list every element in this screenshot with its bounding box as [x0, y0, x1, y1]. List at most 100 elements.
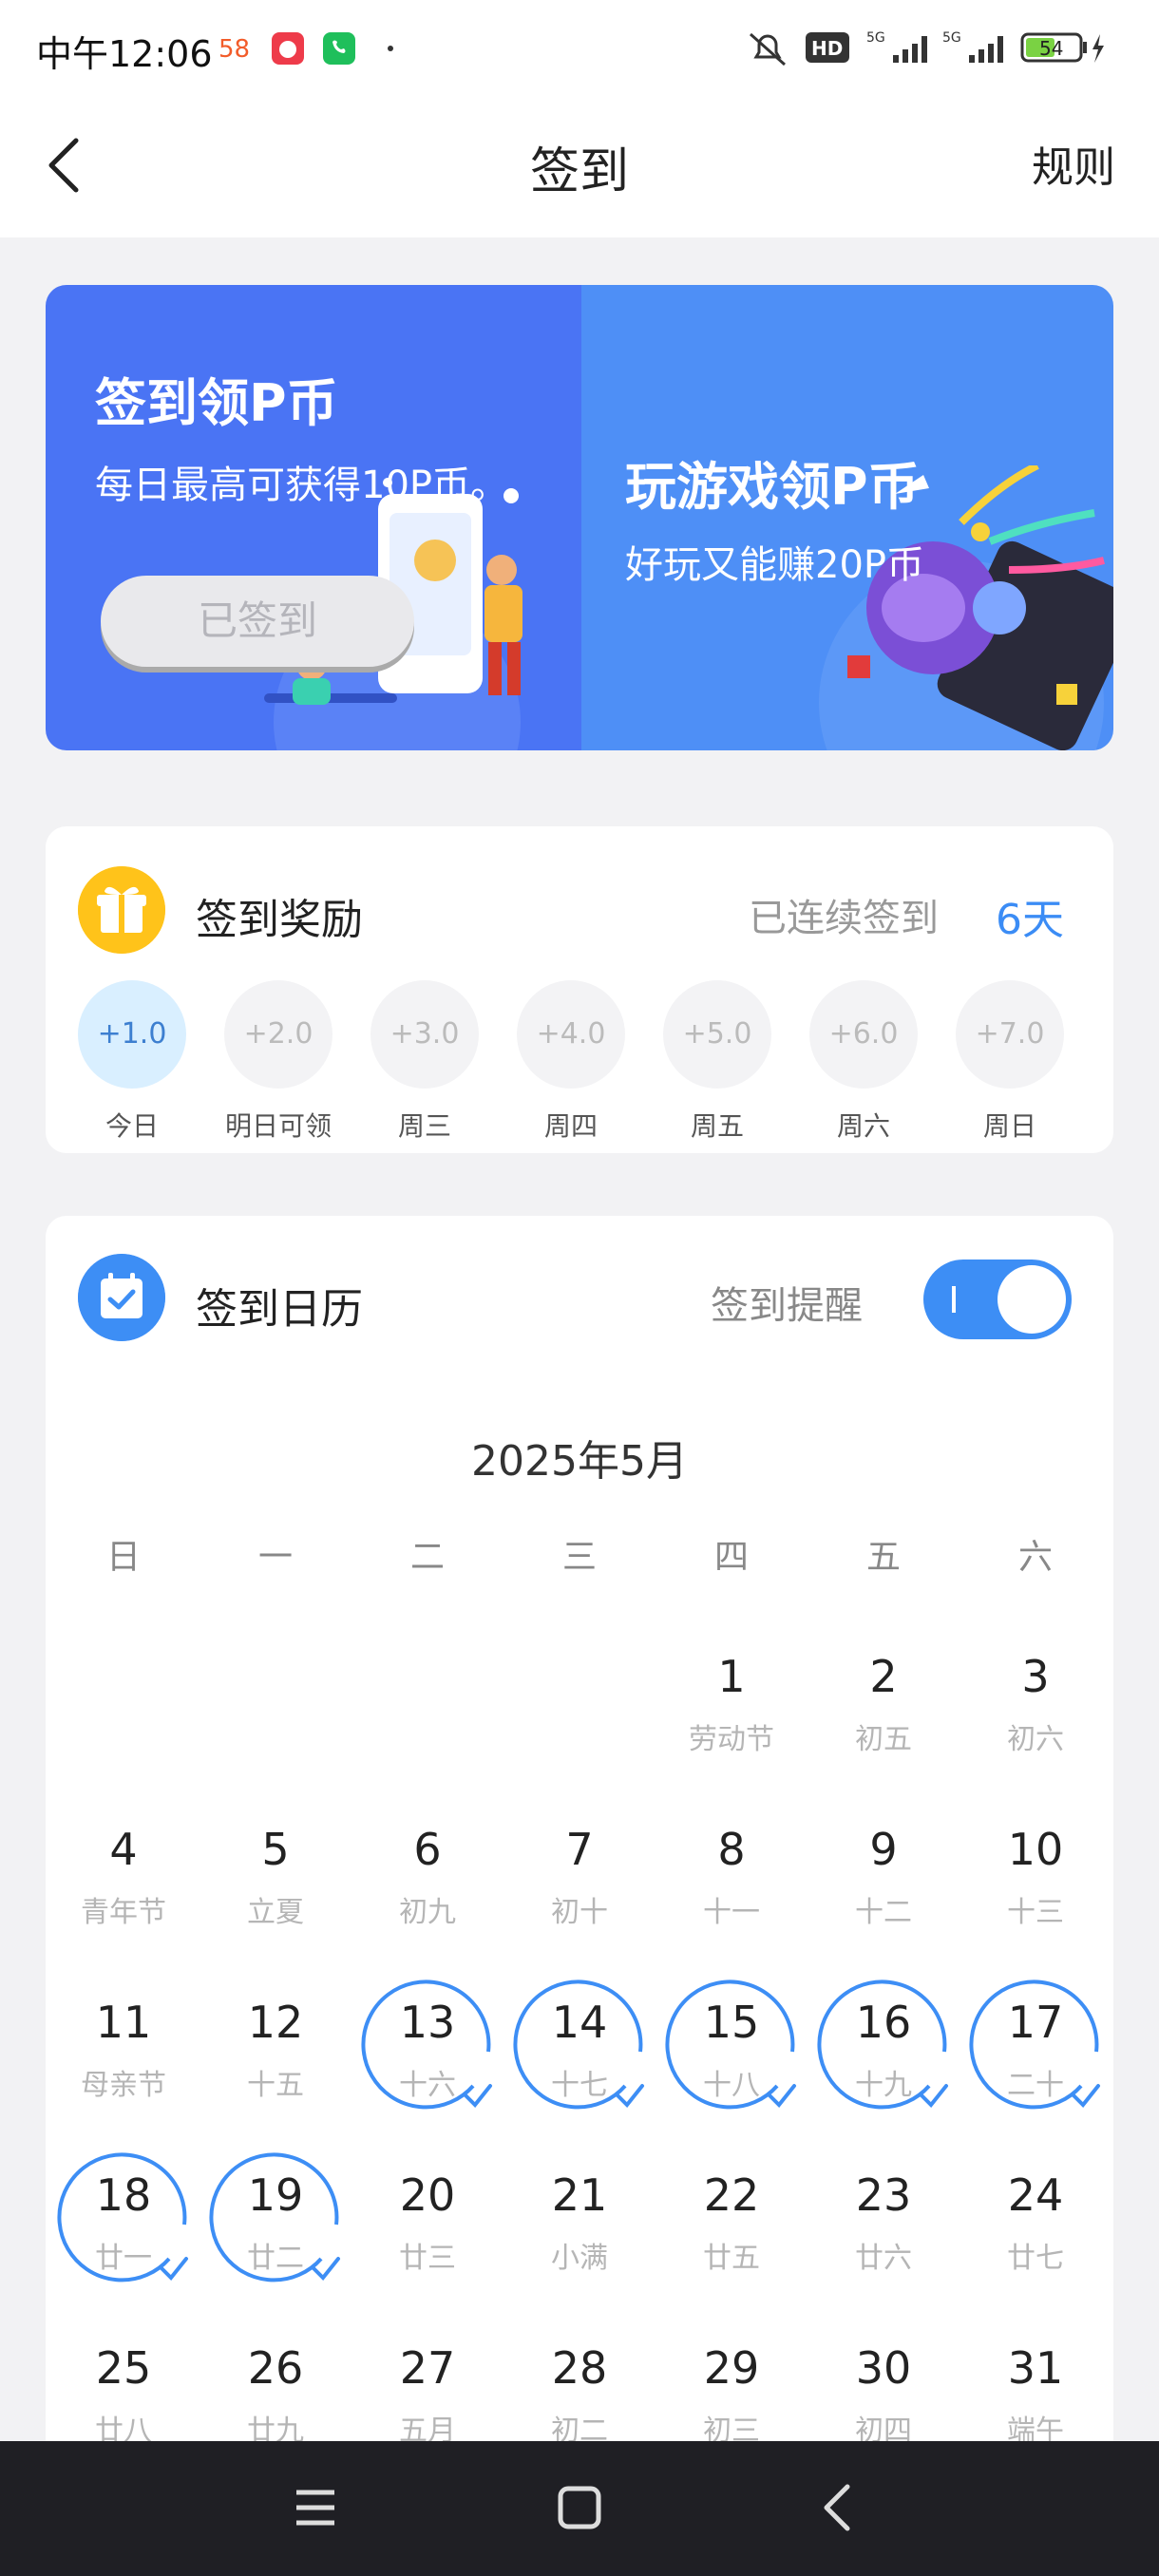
calendar-day-lunar: 廿三 [399, 2242, 456, 2275]
status-time: 中午12:06 [36, 33, 213, 75]
svg-text:58: 58 [218, 35, 250, 64]
calendar-day[interactable]: 18 廿一 [48, 2152, 200, 2325]
calendar-day[interactable]: 13 十六 [352, 1979, 504, 2152]
calendar-day-lunar: 青年节 [81, 1896, 166, 1929]
calendar-day-lunar: 立夏 [247, 1896, 304, 1929]
svg-text:5G: 5G [942, 30, 961, 46]
calendar-day-number: 27 [399, 2342, 456, 2394]
calendar-day-number: 31 [1007, 2342, 1064, 2394]
home-icon[interactable] [555, 2483, 604, 2532]
calendar-day-number: 24 [1007, 2169, 1064, 2221]
calendar-icon [78, 1254, 165, 1341]
page-title: 签到 [529, 143, 629, 200]
weekday-label: 二 [409, 1538, 445, 1577]
weekday-label: 五 [865, 1538, 901, 1577]
remind-toggle[interactable] [923, 1260, 1072, 1339]
calendar-day-lunar: 初十 [551, 1896, 608, 1929]
system-nav-bar [0, 2441, 1159, 2576]
calendar-day-number: 6 [413, 1824, 442, 1875]
calendar-day-lunar: 十九 [855, 2069, 912, 2102]
rules-link[interactable]: 规则 [1032, 133, 1115, 194]
back-nav-icon[interactable] [819, 2481, 857, 2534]
calendar-day[interactable]: 10 十三 [960, 1807, 1112, 1979]
calendar-day[interactable]: 14 十七 [504, 1979, 656, 2152]
calendar-day[interactable]: 16 十九 [808, 1979, 960, 2152]
game-banner[interactable]: 玩游戏领P币 好玩又能赚20P币 [581, 285, 1113, 750]
calendar-day-lunar: 小满 [551, 2242, 608, 2275]
calendar-day-number: 19 [247, 2169, 304, 2221]
calendar-day-lunar: 十五 [247, 2069, 304, 2102]
calendar-day[interactable]: 4 青年节 [48, 1807, 200, 1979]
calendar-day-number: 4 [109, 1824, 138, 1875]
calendar-day[interactable]: 5 立夏 [200, 1807, 352, 1979]
calendar-day[interactable]: 11 母亲节 [48, 1979, 200, 2152]
banner-right-title: 玩游戏领P币 [625, 457, 920, 517]
calendar-day-number: 13 [399, 1997, 456, 2048]
calendar-day-lunar: 十六 [399, 2069, 456, 2102]
banner-left-title: 签到领P币 [95, 373, 338, 433]
calendar-day[interactable]: 8 十一 [656, 1807, 808, 1979]
calendar-day[interactable]: 15 十八 [656, 1979, 808, 2152]
menu-icon[interactable] [293, 2481, 338, 2534]
calendar-day-lunar: 劳动节 [689, 1723, 774, 1756]
calendar-day-number: 22 [703, 2169, 760, 2221]
calendar-day-number: 15 [703, 1997, 760, 2048]
signal-5g-icon-2: 5G [942, 30, 1003, 63]
calendar-day[interactable]: 17 二十 [960, 1979, 1112, 2152]
signed-button[interactable]: 已签到 [101, 576, 414, 667]
reward-day-amount: +7.0 [956, 980, 1064, 1089]
calendar-day[interactable]: 21 小满 [504, 2152, 656, 2325]
remind-label: 签到提醒 [711, 1284, 863, 1328]
calendar-day[interactable]: 1 劳动节 [656, 1634, 808, 1807]
weekday-label: 日 [105, 1538, 141, 1577]
calendar-day-number: 2 [869, 1651, 898, 1702]
calendar-day-lunar: 廿五 [703, 2242, 760, 2275]
calendar-day-lunar: 初六 [1007, 1723, 1064, 1756]
header: 签到 规则 [0, 95, 1159, 237]
hd-icon: HD [806, 32, 849, 63]
calendar-day-lunar: 廿二 [247, 2242, 304, 2275]
app-58-icon: 58 [218, 35, 250, 64]
banner-left-subtitle: 每日最高可获得10P币。 [95, 464, 509, 507]
checkin-banner[interactable]: 签到领P币 每日最高可获得10P币。 已签到 [46, 285, 581, 750]
calendar-day-lunar: 十八 [703, 2069, 760, 2102]
calendar-day-lunar: 二十 [1007, 2069, 1064, 2102]
mute-bell-icon [750, 32, 786, 66]
reward-day-label: 周四 [543, 1110, 598, 1142]
calendar-day[interactable]: 20 廿三 [352, 2152, 504, 2325]
weekday-label: 一 [257, 1538, 293, 1577]
calendar-day-number: 20 [399, 2169, 456, 2221]
calendar-day-lunar: 初五 [855, 1723, 912, 1756]
calendar-day[interactable]: 12 十五 [200, 1979, 352, 2152]
reward-day-amount: +6.0 [809, 980, 918, 1089]
reward-day-label: 周三 [397, 1110, 451, 1142]
calendar-day[interactable]: 22 廿五 [656, 2152, 808, 2325]
calendar-day-lunar: 十七 [551, 2069, 608, 2102]
reward-day-amount: +4.0 [517, 980, 625, 1089]
calendar-day-lunar: 廿七 [1007, 2242, 1064, 2275]
calendar-day-number: 7 [565, 1824, 594, 1875]
calendar-day-number: 12 [247, 1997, 304, 2048]
streak-days: 6天 [996, 896, 1064, 944]
calendar-day[interactable]: 19 廿二 [200, 2152, 352, 2325]
calendar-day[interactable]: 7 初十 [504, 1807, 656, 1979]
calendar-day-number: 5 [261, 1824, 290, 1875]
calendar-day[interactable]: 9 十二 [808, 1807, 960, 1979]
calendar-day-number: 8 [717, 1824, 746, 1875]
calendar-day[interactable]: 6 初九 [352, 1807, 504, 1979]
reward-day-label: 周日 [982, 1110, 1036, 1142]
status-bar: 中午12:06 58 HD 5G 5G 54 [0, 0, 1159, 95]
calendar-day[interactable]: 24 廿七 [960, 2152, 1112, 2325]
calendar-day[interactable]: 2 初五 [808, 1634, 960, 1807]
banner: 签到领P币 每日最高可获得10P币。 已签到 玩游戏领P币 好玩又能赚20P币 [46, 285, 1113, 750]
weekday-label: 三 [561, 1538, 597, 1577]
calendar-day-number: 1 [717, 1651, 746, 1702]
calendar-day-number: 17 [1007, 1997, 1064, 2048]
battery-icon: 54 [1020, 32, 1104, 63]
calendar-day-number: 29 [703, 2342, 760, 2394]
calendar-day[interactable]: 3 初六 [960, 1634, 1112, 1807]
app-icon [272, 32, 304, 65]
calendar-title: 签到日历 [196, 1285, 363, 1334]
calendar-day[interactable]: 23 廿六 [808, 2152, 960, 2325]
streak-label: 已连续签到 [749, 897, 939, 940]
